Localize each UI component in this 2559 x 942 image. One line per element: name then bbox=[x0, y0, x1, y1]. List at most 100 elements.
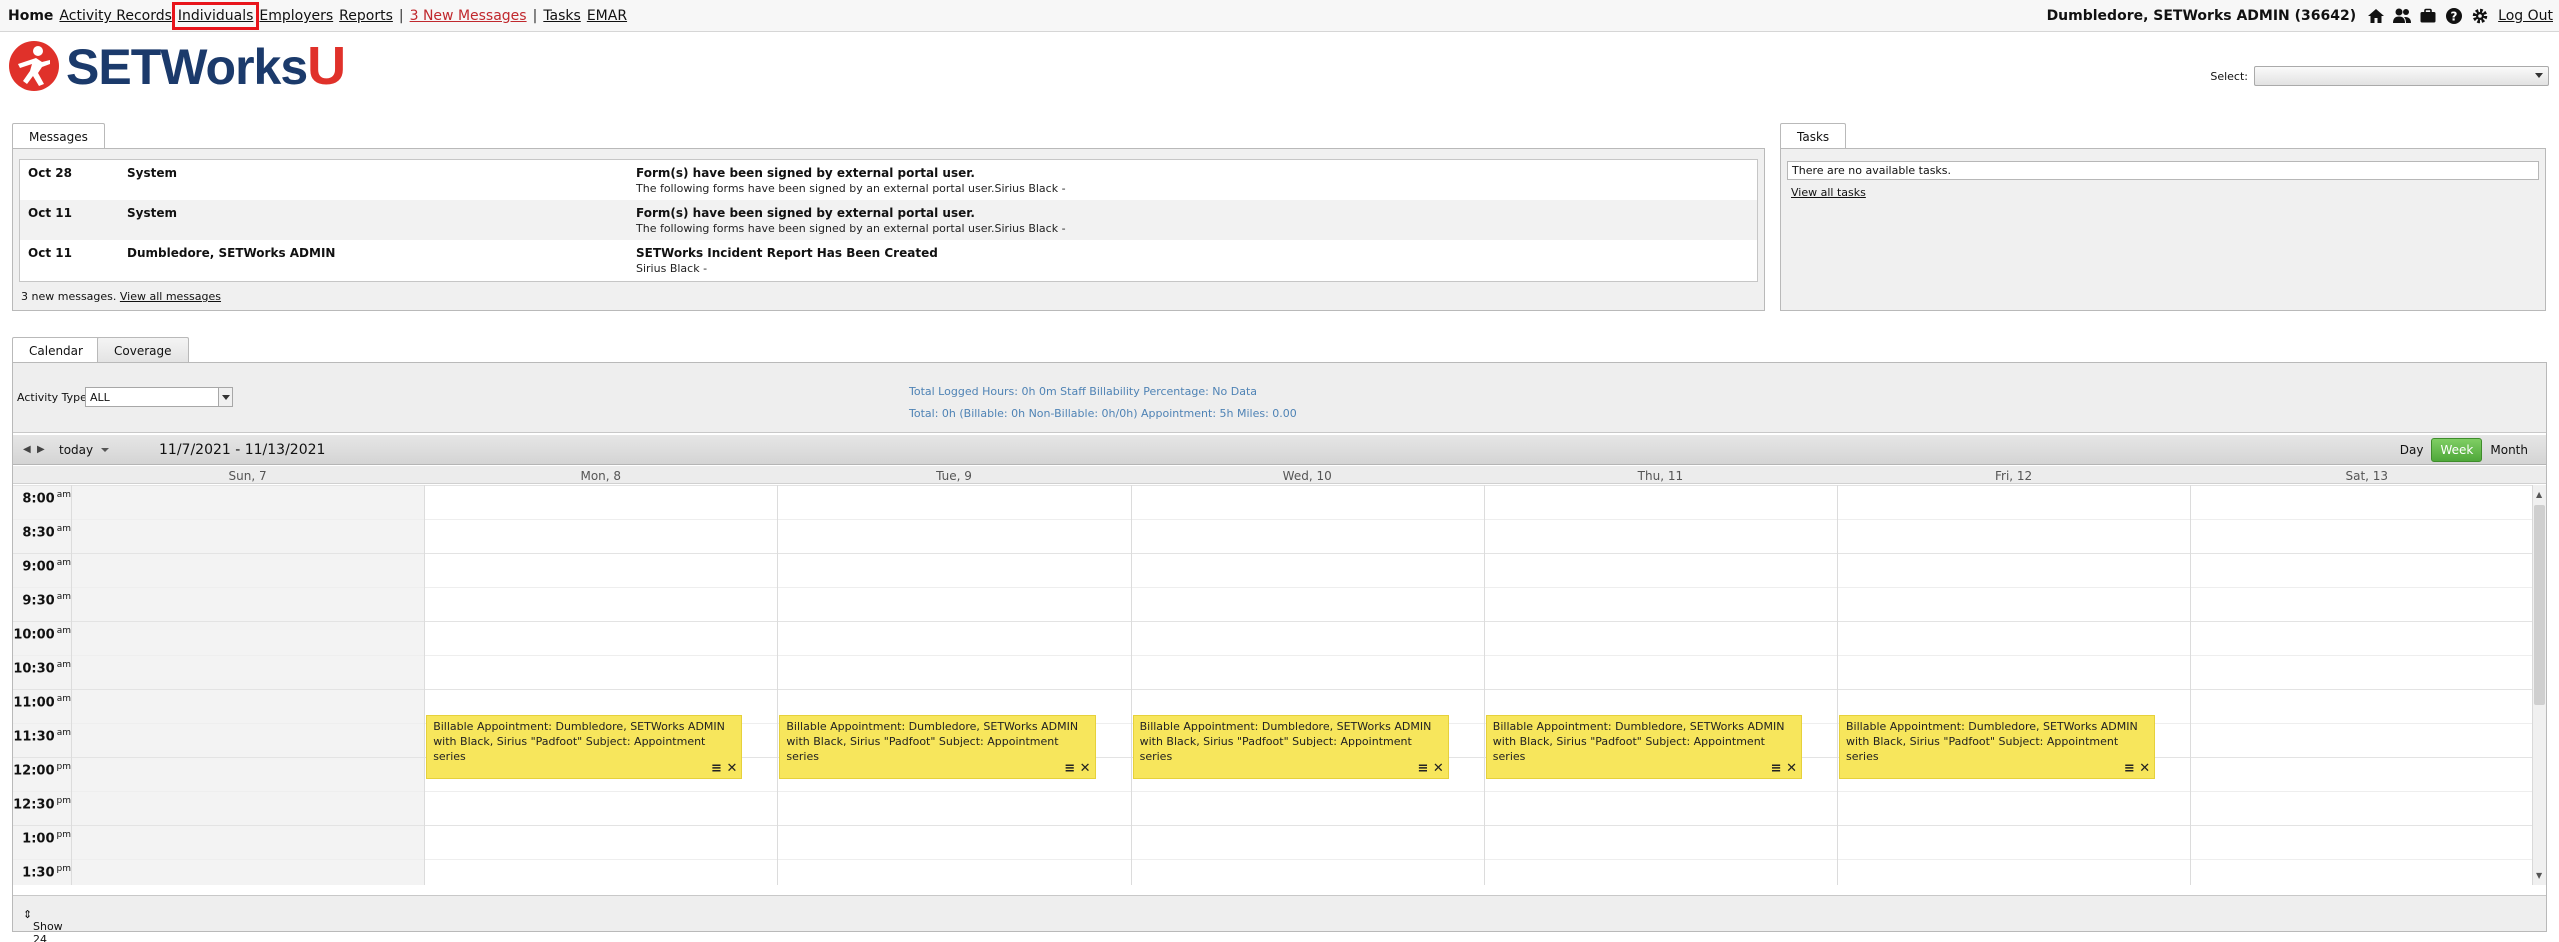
day-column-divider bbox=[777, 485, 779, 885]
time-slot[interactable] bbox=[13, 553, 2532, 587]
time-slot[interactable] bbox=[13, 621, 2532, 655]
time-slot[interactable] bbox=[13, 825, 2532, 859]
day-header: Wed, 10 bbox=[1282, 469, 1332, 483]
message-subject: Form(s) have been signed by external por… bbox=[636, 206, 975, 220]
message-body: The following forms have been signed by … bbox=[636, 222, 1066, 235]
day-column-divider bbox=[71, 485, 72, 885]
calendar-filter-bar: Activity Type: ALL Total Logged Hours: 0… bbox=[13, 363, 2546, 433]
tab-coverage[interactable]: Coverage bbox=[97, 337, 189, 363]
tab-calendar[interactable]: Calendar bbox=[12, 337, 100, 363]
message-row[interactable]: Oct 11 System Form(s) have been signed b… bbox=[20, 200, 1757, 240]
show-24-hours-link[interactable]: ⇕ Show 24 hours... bbox=[23, 908, 63, 942]
menu-icon[interactable]: ≡ bbox=[1771, 761, 1786, 776]
appointment-event[interactable]: Billable Appointment: Dumbledore, SETWor… bbox=[426, 715, 743, 779]
time-label: 1:30 pm bbox=[22, 864, 71, 881]
time-slot[interactable] bbox=[13, 791, 2532, 825]
day-column-divider bbox=[2190, 485, 2192, 885]
appointment-text: Billable Appointment: Dumbledore, SETWor… bbox=[786, 720, 1079, 763]
close-icon[interactable]: ✕ bbox=[1433, 761, 1444, 776]
day-header: Thu, 11 bbox=[1637, 469, 1684, 483]
time-label: 12:00 pm bbox=[13, 762, 71, 779]
menu-icon[interactable]: ≡ bbox=[711, 761, 726, 776]
context-select-dropdown[interactable] bbox=[2254, 66, 2549, 86]
menu-icon[interactable]: ≡ bbox=[2124, 761, 2139, 776]
logo-figure-icon bbox=[9, 41, 59, 91]
nav-employers-link[interactable]: Employers bbox=[259, 8, 333, 24]
chevron-down-icon[interactable] bbox=[101, 448, 109, 452]
message-row[interactable]: Oct 28 System Form(s) have been signed b… bbox=[20, 160, 1757, 200]
appointment-text: Billable Appointment: Dumbledore, SETWor… bbox=[1492, 720, 1785, 763]
scroll-up-icon[interactable]: ▲ bbox=[2536, 490, 2542, 499]
close-icon[interactable]: ✕ bbox=[1786, 761, 1797, 776]
nav-reports-link[interactable]: Reports bbox=[339, 8, 393, 24]
nav-new-messages-link[interactable]: 3 New Messages bbox=[410, 8, 527, 24]
time-slot[interactable] bbox=[13, 859, 2532, 885]
activity-type-label: Activity Type: bbox=[17, 391, 91, 404]
people-icon[interactable] bbox=[2392, 6, 2412, 26]
prev-next-arrows[interactable]: ◀ ▶ bbox=[23, 444, 45, 455]
appointment-event[interactable]: Billable Appointment: Dumbledore, SETWor… bbox=[1132, 715, 1449, 779]
view-all-tasks-link[interactable]: View all tasks bbox=[1791, 186, 1866, 199]
logout-link[interactable]: Log Out bbox=[2498, 8, 2553, 24]
help-icon[interactable]: ? bbox=[2444, 6, 2464, 26]
appointment-text: Billable Appointment: Dumbledore, SETWor… bbox=[433, 720, 725, 763]
time-label: 8:00 am bbox=[22, 490, 71, 507]
time-slot[interactable] bbox=[13, 485, 2532, 519]
time-label: 11:00 am bbox=[13, 694, 71, 711]
time-slot[interactable] bbox=[13, 519, 2532, 553]
gear-icon[interactable] bbox=[2470, 6, 2490, 26]
nav-tasks-link[interactable]: Tasks bbox=[543, 8, 581, 24]
nav-separator: | bbox=[532, 8, 538, 24]
day-column-divider bbox=[1483, 485, 1485, 885]
home-icon[interactable] bbox=[2366, 6, 2386, 26]
time-label: 1:00 pm bbox=[22, 830, 71, 847]
stats-logged-hours: Total Logged Hours: 0h 0m Staff Billabil… bbox=[909, 385, 1258, 398]
menu-icon[interactable]: ≡ bbox=[1064, 761, 1079, 776]
scrollbar-thumb[interactable] bbox=[2534, 505, 2545, 705]
tasks-panel: There are no available tasks. View all t… bbox=[1780, 148, 2546, 311]
day-column-divider bbox=[1130, 485, 1132, 885]
select-label: Select: bbox=[2210, 69, 2248, 83]
svg-text:?: ? bbox=[2451, 10, 2458, 24]
calendar-toolbar: ◀ ▶ today 11/7/2021 - 11/13/2021 Day Wee… bbox=[13, 435, 2546, 465]
close-icon[interactable]: ✕ bbox=[2139, 761, 2150, 776]
appointment-event[interactable]: Billable Appointment: Dumbledore, SETWor… bbox=[1839, 715, 2156, 779]
time-slot[interactable] bbox=[13, 587, 2532, 621]
nav-home-link[interactable]: Home bbox=[8, 8, 53, 24]
time-label: 10:00 am bbox=[13, 626, 71, 643]
nav-individuals-link[interactable]: Individuals bbox=[171, 2, 260, 30]
scroll-down-icon[interactable]: ▼ bbox=[2536, 871, 2542, 880]
appointment-actions: ≡ ✕ bbox=[1771, 761, 1797, 776]
close-icon[interactable]: ✕ bbox=[726, 761, 737, 776]
activity-type-value: ALL bbox=[90, 391, 110, 404]
time-label: 9:30 am bbox=[22, 592, 71, 609]
tab-messages[interactable]: Messages bbox=[12, 123, 105, 149]
activity-type-select[interactable]: ALL bbox=[85, 387, 233, 407]
nav-activity-records-link[interactable]: Activity Records bbox=[59, 8, 171, 24]
setworks-logo[interactable]: SETWorksU bbox=[8, 36, 346, 96]
view-week-button[interactable]: Week bbox=[2431, 438, 2483, 462]
view-month-button[interactable]: Month bbox=[2482, 439, 2536, 461]
today-button[interactable]: today bbox=[59, 443, 93, 457]
logo-wordmark: SETWorksU bbox=[66, 36, 346, 96]
chevron-down-icon bbox=[218, 388, 232, 406]
time-label: 9:00 am bbox=[22, 558, 71, 575]
tab-tasks[interactable]: Tasks bbox=[1780, 123, 1847, 149]
appointment-event[interactable]: Billable Appointment: Dumbledore, SETWor… bbox=[1485, 715, 1802, 779]
time-label: 12:30 pm bbox=[13, 796, 71, 813]
time-slot[interactable] bbox=[13, 655, 2532, 689]
appointment-event[interactable]: Billable Appointment: Dumbledore, SETWor… bbox=[779, 715, 1096, 779]
day-header: Mon, 8 bbox=[580, 469, 622, 483]
message-row[interactable]: Oct 11 Dumbledore, SETWorks ADMIN SETWor… bbox=[20, 240, 1757, 280]
view-day-button[interactable]: Day bbox=[2392, 439, 2432, 461]
briefcase-icon[interactable] bbox=[2418, 6, 2438, 26]
close-icon[interactable]: ✕ bbox=[1080, 761, 1091, 776]
calendar-week-grid[interactable]: 8:00 am 8:30 am 9:00 am 9:30 am 10:00 am 10:30 am 11… bbox=[13, 485, 2532, 885]
menu-icon[interactable]: ≡ bbox=[1417, 761, 1432, 776]
appointment-actions: ≡ ✕ bbox=[2124, 761, 2150, 776]
view-all-messages-link[interactable]: View all messages bbox=[120, 290, 221, 303]
calendar-scrollbar[interactable]: ▲ ▼ bbox=[2532, 485, 2546, 885]
time-label: 10:30 am bbox=[13, 660, 71, 677]
day-header: Fri, 12 bbox=[1994, 469, 2033, 483]
nav-emar-link[interactable]: EMAR bbox=[587, 8, 627, 24]
